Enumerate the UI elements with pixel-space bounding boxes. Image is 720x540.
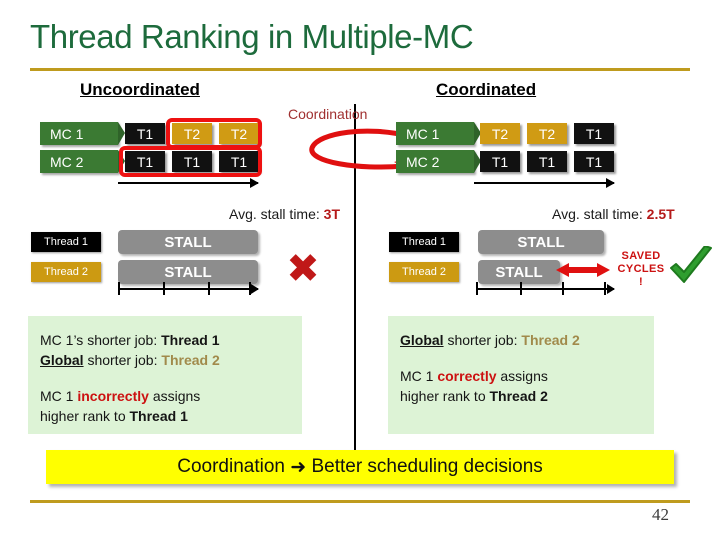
panel-text-thread2: Thread 2 bbox=[521, 332, 580, 348]
uncoordinated-explanation-panel: MC 1’s shorter job: Thread 1 Global shor… bbox=[28, 316, 302, 434]
avg-stall-prefix: Avg. stall time: bbox=[552, 206, 647, 222]
coordination-annotation-label: Coordination bbox=[288, 106, 368, 122]
saved-cycles-line1: SAVED bbox=[621, 250, 661, 262]
panel-text-bold: Thread 2 bbox=[489, 388, 548, 404]
job-block: T1 bbox=[125, 123, 165, 144]
saved-cycles-line3: ! bbox=[638, 276, 644, 288]
slide-canvas: Thread Ranking in Multiple-MC Uncoordina… bbox=[0, 0, 720, 540]
panel-line: higher rank to Thread 2 bbox=[400, 386, 644, 406]
legend-thread1-coordinated: Thread 1 bbox=[389, 232, 459, 252]
job-block: T1 bbox=[574, 151, 614, 172]
panel-line: MC 1 incorrectly assigns bbox=[40, 386, 292, 406]
panel-line: MC 1 correctly assigns bbox=[400, 366, 644, 386]
saved-cycles-double-arrow-icon bbox=[556, 263, 610, 277]
uncoordinated-avg-stall: Avg. stall time: 3T bbox=[229, 206, 340, 222]
title-divider-rule bbox=[30, 68, 690, 71]
job-block: T2 bbox=[480, 123, 520, 144]
uncoordinated-time-axis bbox=[118, 282, 259, 295]
highlight-outline-mc1 bbox=[166, 118, 262, 149]
page-number: 42 bbox=[652, 505, 669, 524]
heading-coordinated: Coordinated bbox=[436, 80, 537, 99]
mc-label-text: MC 2 bbox=[50, 153, 84, 170]
cross-mark-icon: ✖ bbox=[286, 246, 320, 292]
stall-bar-thread2-uncoordinated: STALL bbox=[118, 260, 258, 284]
axis-tick bbox=[249, 282, 251, 295]
panel-text-underline: Global bbox=[400, 332, 444, 348]
axis-tick bbox=[562, 282, 564, 295]
avg-stall-value: 3T bbox=[323, 206, 341, 222]
axis-tick bbox=[208, 282, 210, 295]
panel-spacer bbox=[40, 370, 292, 386]
uncoordinated-timeline-arrow bbox=[118, 178, 259, 188]
panel-text: MC 1 bbox=[40, 388, 78, 404]
axis-tick bbox=[118, 282, 120, 295]
uncoordinated-mc2-label: MC 2 bbox=[40, 150, 125, 173]
job-block: T1 bbox=[574, 123, 614, 144]
footer-divider-rule bbox=[30, 500, 690, 503]
panel-line: Global shorter job: Thread 2 bbox=[400, 330, 644, 350]
axis-tick bbox=[520, 282, 522, 295]
banner-text-after: Better scheduling decisions bbox=[311, 456, 543, 477]
axis-tick bbox=[163, 282, 165, 295]
panel-line: higher rank to Thread 1 bbox=[40, 406, 292, 426]
panel-text: MC 1 bbox=[400, 368, 438, 384]
panel-text-underline: Global bbox=[40, 352, 84, 368]
coordinated-avg-stall: Avg. stall time: 2.5T bbox=[552, 206, 675, 222]
axis-tick bbox=[604, 282, 606, 295]
check-mark-icon bbox=[670, 246, 712, 283]
legend-thread2-coordinated: Thread 2 bbox=[389, 262, 459, 282]
job-block: T2 bbox=[527, 123, 567, 144]
mc-label-text: MC 1 bbox=[406, 125, 440, 142]
panel-text: shorter job: bbox=[443, 332, 522, 348]
banner-arrow-icon: ➜ bbox=[290, 456, 307, 478]
uncoordinated-mc1-label: MC 1 bbox=[40, 122, 125, 145]
legend-thread2-uncoordinated: Thread 2 bbox=[31, 262, 101, 282]
coordinated-timeline-arrow bbox=[474, 178, 615, 188]
panel-text: assigns bbox=[496, 368, 548, 384]
banner-text-before: Coordination bbox=[177, 456, 285, 477]
panel-text-thread2: Thread 2 bbox=[161, 352, 220, 368]
saved-cycles-label: SAVED CYCLES ! bbox=[610, 250, 672, 289]
panel-line: MC 1’s shorter job: Thread 1 bbox=[40, 330, 292, 350]
mc-label-text: MC 2 bbox=[406, 153, 440, 170]
panel-text: higher rank to bbox=[400, 388, 490, 404]
panel-text: assigns bbox=[148, 388, 201, 404]
takeaway-banner: Coordination ➜ Better scheduling decisio… bbox=[46, 450, 674, 484]
page-title: Thread Ranking in Multiple-MC bbox=[30, 18, 474, 55]
saved-cycles-line2: CYCLES bbox=[617, 263, 665, 275]
avg-stall-prefix: Avg. stall time: bbox=[229, 206, 324, 222]
panel-spacer bbox=[400, 350, 644, 366]
axis-tick bbox=[476, 282, 478, 295]
panel-text: higher rank to bbox=[40, 408, 130, 424]
stall-bar-thread1-uncoordinated: STALL bbox=[118, 230, 258, 254]
panel-text-bold: Thread 1 bbox=[129, 408, 188, 424]
panel-text-bold: Thread 1 bbox=[161, 332, 220, 348]
heading-uncoordinated: Uncoordinated bbox=[80, 80, 200, 99]
highlight-outline-mc2 bbox=[119, 146, 262, 177]
coordinated-mc2-label: MC 2 bbox=[396, 150, 481, 173]
mc-label-text: MC 1 bbox=[50, 125, 84, 142]
job-block: T1 bbox=[480, 151, 520, 172]
panel-text-emphasis: incorrectly bbox=[77, 388, 149, 404]
coordinated-time-axis bbox=[476, 282, 615, 295]
panel-text-emphasis: correctly bbox=[437, 368, 497, 384]
avg-stall-value: 2.5T bbox=[646, 206, 675, 222]
job-block: T1 bbox=[527, 151, 567, 172]
stall-bar-thread1-coordinated: STALL bbox=[478, 230, 604, 254]
legend-thread1-uncoordinated: Thread 1 bbox=[31, 232, 101, 252]
coordinated-explanation-panel: Global shorter job: Thread 2 MC 1 correc… bbox=[388, 316, 654, 434]
panel-text: MC 1’s shorter job: bbox=[40, 332, 162, 348]
panel-text: shorter job: bbox=[83, 352, 162, 368]
panel-line: Global shorter job: Thread 2 bbox=[40, 350, 292, 370]
coordinated-mc1-label: MC 1 bbox=[396, 122, 481, 145]
stall-bar-thread2-coordinated: STALL bbox=[478, 260, 560, 284]
